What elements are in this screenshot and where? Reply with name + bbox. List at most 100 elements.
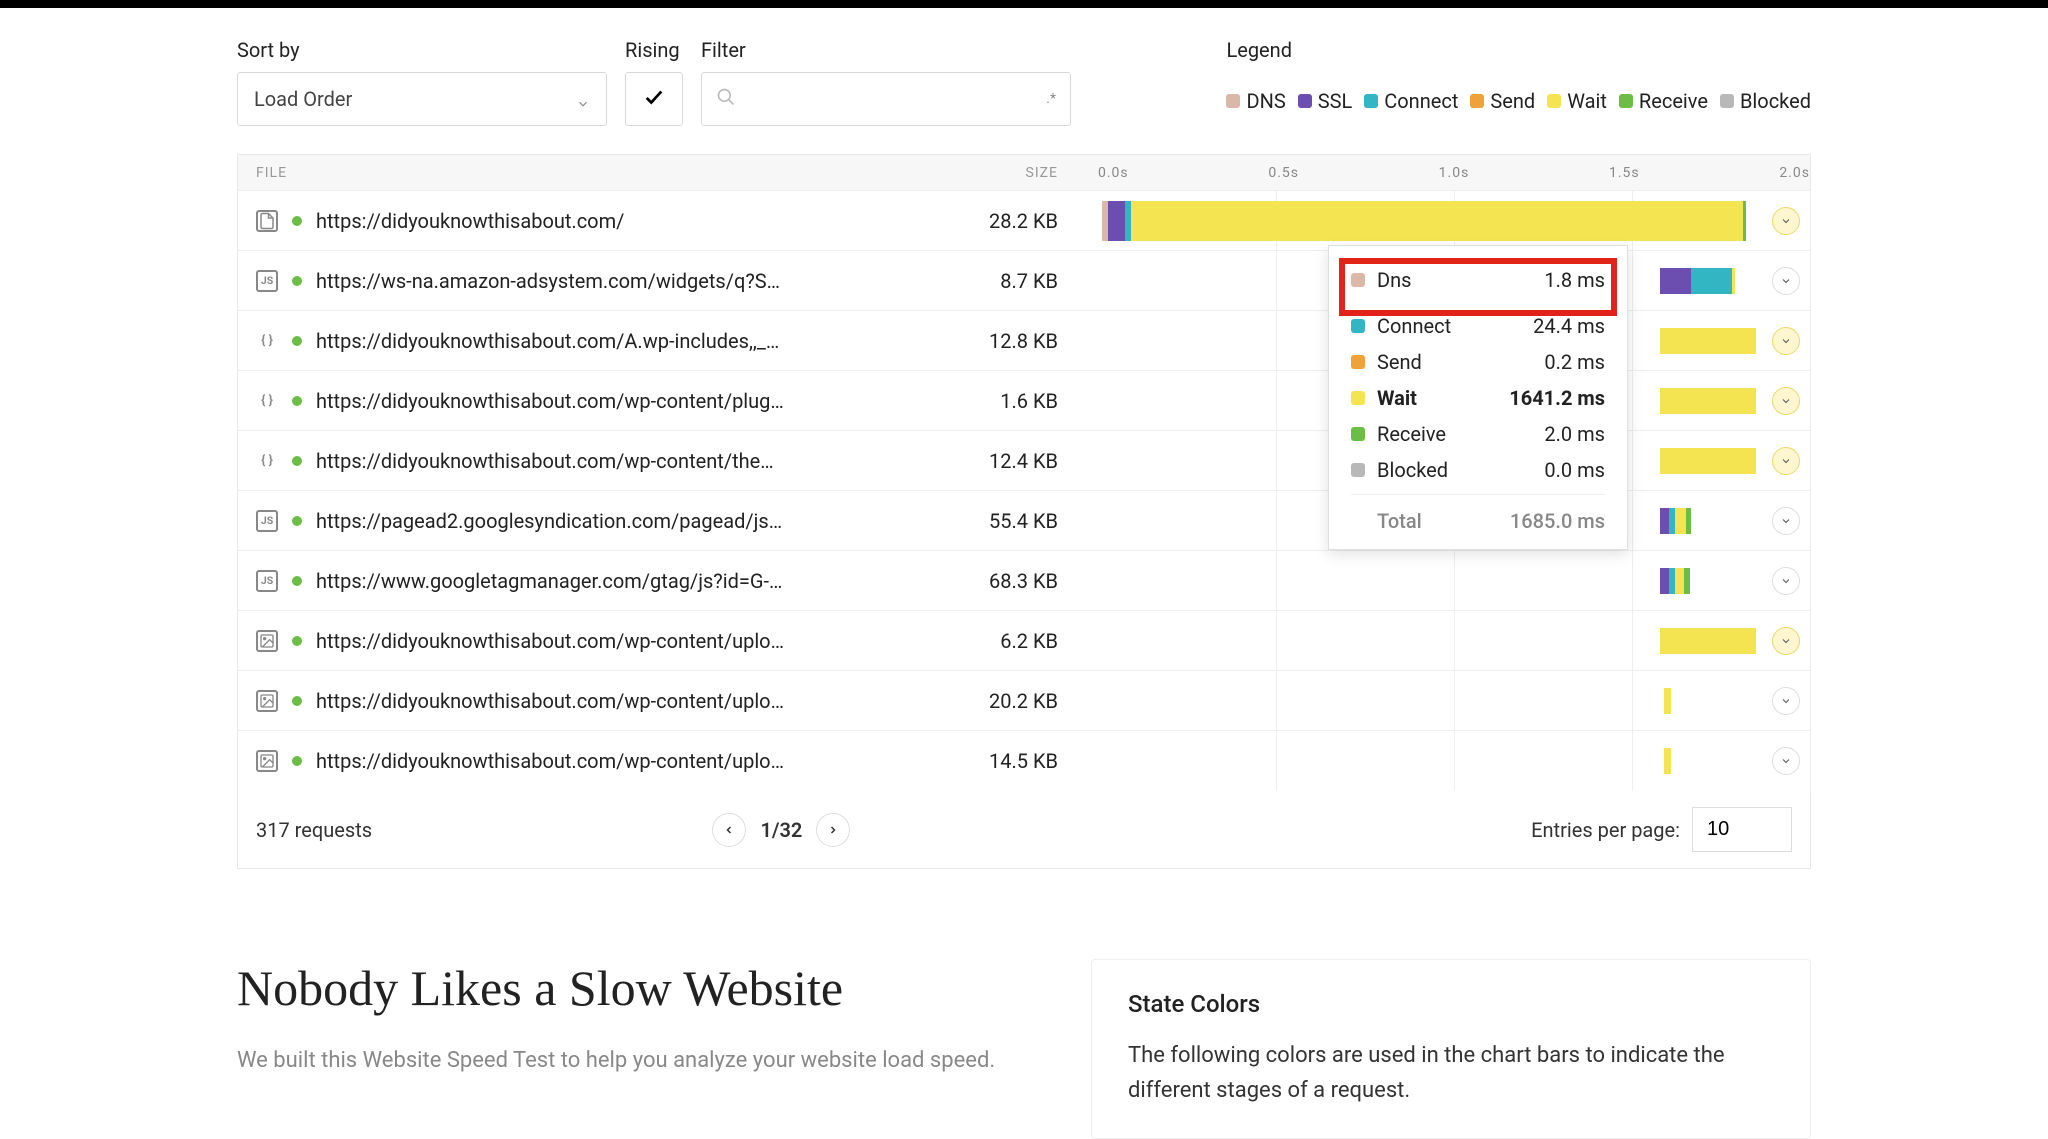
filter-label: Filter: [701, 38, 1071, 62]
tooltip-row: Receive2.0 ms: [1351, 416, 1605, 452]
timing-bar: [1660, 568, 1690, 594]
timing-bar: [1660, 508, 1691, 534]
expand-row-button[interactable]: [1772, 447, 1800, 475]
timeline-cell: [1098, 191, 1810, 250]
filter-input-wrap[interactable]: .*: [701, 72, 1071, 126]
entries-input[interactable]: [1692, 807, 1792, 852]
status-dot: [292, 276, 302, 286]
expand-row-button[interactable]: [1772, 387, 1800, 415]
expand-row-button[interactable]: [1772, 207, 1800, 235]
expand-row-button[interactable]: [1772, 627, 1800, 655]
timeline-cell: [1098, 551, 1810, 610]
expand-row-button[interactable]: [1772, 567, 1800, 595]
tooltip-total: Total1685.0 ms: [1351, 501, 1605, 533]
tooltip-label: Receive: [1377, 422, 1446, 446]
timing-segment-connect: [1691, 268, 1732, 294]
timing-segment-wait: [1660, 628, 1755, 654]
expand-row-button[interactable]: [1772, 327, 1800, 355]
status-dot: [292, 216, 302, 226]
legend-swatch: [1720, 94, 1734, 108]
timing-segment-wait: [1660, 388, 1755, 414]
table-row[interactable]: JShttps://ws-na.amazon-adsystem.com/widg…: [238, 251, 1810, 311]
expand-row-button[interactable]: [1772, 747, 1800, 775]
legend-text: Receive: [1639, 89, 1708, 113]
table-row[interactable]: https://didyouknowthisabout.com/28.2 KB: [238, 191, 1810, 251]
timing-bar: [1102, 201, 1747, 241]
timing-bar: [1660, 448, 1755, 474]
file-size: 20.2 KB: [798, 689, 1098, 713]
legend-swatch: [1364, 94, 1378, 108]
file-size: 12.4 KB: [798, 449, 1098, 473]
timing-segment-wait: [1660, 448, 1755, 474]
timing-bar: [1664, 688, 1671, 714]
col-size-header[interactable]: SIZE: [798, 165, 1098, 181]
status-dot: [292, 456, 302, 466]
filter-input[interactable]: [746, 89, 1056, 110]
expand-row-button[interactable]: [1772, 267, 1800, 295]
status-dot: [292, 756, 302, 766]
timing-bar: [1660, 328, 1755, 354]
img-file-icon: [256, 630, 278, 652]
legend-label: Legend: [1226, 38, 1811, 62]
expand-row-button[interactable]: [1772, 507, 1800, 535]
rising-toggle[interactable]: [625, 72, 683, 126]
timing-bar: [1660, 628, 1755, 654]
status-dot: [292, 396, 302, 406]
legend-item: SSL: [1298, 89, 1353, 113]
file-size: 28.2 KB: [798, 209, 1098, 233]
legend-item: DNS: [1226, 89, 1285, 113]
file-url: https://pagead2.googlesyndication.com/pa…: [316, 509, 786, 533]
page-indicator: 1/32: [760, 818, 802, 842]
timing-segment-connect: [1669, 508, 1676, 534]
expand-row-button[interactable]: [1772, 687, 1800, 715]
table-row[interactable]: https://didyouknowthisabout.com/wp-conte…: [238, 731, 1810, 791]
file-size: 55.4 KB: [798, 509, 1098, 533]
next-page-button[interactable]: [816, 813, 850, 847]
timing-bar: [1660, 268, 1734, 294]
status-dot: [292, 576, 302, 586]
file-url: https://didyouknowthisabout.com/wp-conte…: [316, 389, 786, 413]
file-url: https://didyouknowthisabout.com/wp-conte…: [316, 629, 786, 653]
table-row[interactable]: JShttps://www.googletagmanager.com/gtag/…: [238, 551, 1810, 611]
js-file-icon: JS: [256, 270, 278, 292]
timing-segment-receive: [1684, 568, 1691, 594]
table-row[interactable]: https://didyouknowthisabout.com/wp-conte…: [238, 671, 1810, 731]
table-row[interactable]: https://didyouknowthisabout.com/wp-conte…: [238, 611, 1810, 671]
css-file-icon: { }: [256, 390, 278, 412]
prev-page-button[interactable]: [712, 813, 746, 847]
timing-bar: [1660, 388, 1755, 414]
timing-segment-wait: [1675, 508, 1685, 534]
file-size: 68.3 KB: [798, 569, 1098, 593]
tooltip-swatch: [1351, 427, 1365, 441]
tick-label: 1.0s: [1439, 165, 1470, 181]
file-url: https://didyouknowthisabout.com/wp-conte…: [316, 689, 786, 713]
rising-label: Rising: [625, 38, 683, 62]
tooltip-swatch: [1351, 273, 1365, 287]
timeline-cell: Dns1.8 msConnect24.4 msSend0.2 msWait164…: [1098, 251, 1810, 310]
file-size: 1.6 KB: [798, 389, 1098, 413]
tooltip-swatch: [1351, 355, 1365, 369]
status-dot: [292, 696, 302, 706]
page-intro-text: We built this Website Speed Test to help…: [237, 1043, 1031, 1078]
js-file-icon: JS: [256, 570, 278, 592]
timing-segment-wait: [1664, 688, 1671, 714]
col-file-header[interactable]: FILE: [238, 165, 798, 181]
status-dot: [292, 636, 302, 646]
legend-text: Blocked: [1740, 89, 1811, 113]
legend-swatch: [1470, 94, 1484, 108]
timeline-cell: [1098, 731, 1810, 791]
tooltip-label: Dns: [1377, 268, 1412, 292]
legend-item: Blocked: [1720, 89, 1811, 113]
timing-segment-wait: [1131, 201, 1743, 241]
legend-text: DNS: [1246, 89, 1285, 113]
requests-count: 317 requests: [256, 818, 372, 842]
img-file-icon: [256, 690, 278, 712]
legend-text: Wait: [1567, 89, 1607, 113]
timeline-cell: [1098, 671, 1810, 730]
sort-by-select[interactable]: Load Order: [237, 72, 607, 126]
timing-segment-wait: [1664, 748, 1671, 774]
file-url: https://didyouknowthisabout.com/: [316, 209, 624, 233]
tooltip-label: Blocked: [1377, 458, 1448, 482]
file-url: https://didyouknowthisabout.com/wp-conte…: [316, 449, 786, 473]
filter-regex-hint: .*: [1046, 91, 1056, 107]
